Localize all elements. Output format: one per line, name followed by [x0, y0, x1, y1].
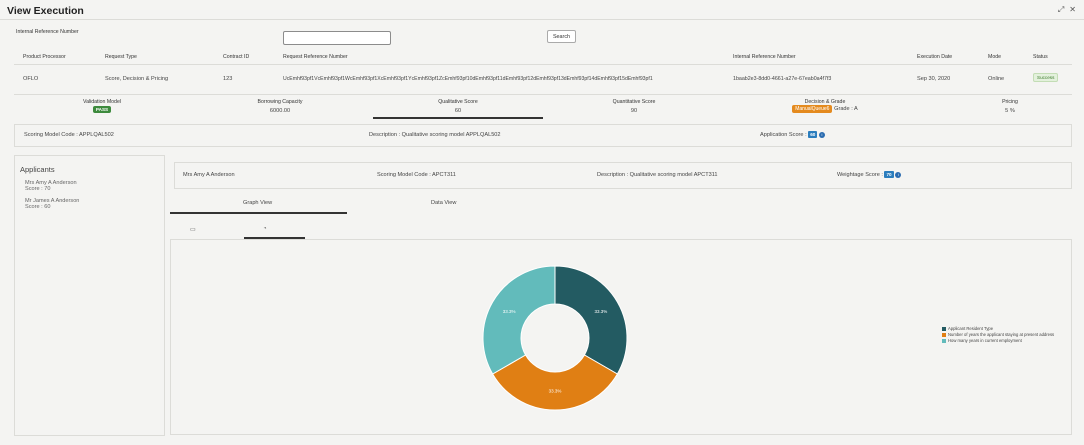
legend-label: How many years in current employment — [948, 338, 1022, 343]
applicant-scoring-model-code: Scoring Model Code : APCT311 — [377, 172, 456, 178]
summary-borrowing-capacity: Borrowing Capacity 6000.00 — [240, 99, 320, 114]
legend-item: Number of years the applicant staying at… — [942, 332, 1054, 337]
applicant-model-description: Description : Qualitative scoring model … — [597, 172, 718, 178]
slice-data-label: 33.3% — [595, 309, 608, 314]
validation-model-label: Validation Model — [83, 99, 121, 105]
legend-swatch — [942, 338, 946, 343]
quantitative-score-label: Quantitative Score — [612, 99, 656, 105]
info-icon[interactable]: i — [895, 171, 902, 178]
graph-view-active-underline — [170, 212, 347, 214]
legend-label: Applicant Resident Type — [948, 326, 994, 331]
donut-chart: 33.3% 33.3% 33.3% — [482, 265, 628, 411]
weightage-score-value: 70 — [884, 171, 894, 178]
cell-product-processor: OFLO — [23, 76, 39, 82]
applicant-score: Score : 70 — [25, 186, 51, 192]
pricing-value: 5 % — [1005, 108, 1015, 114]
cell-status: Success — [1033, 73, 1059, 82]
summary-top-divider — [14, 94, 1072, 95]
weightage-score-label: Weightage Score : — [837, 171, 883, 178]
summary-qualitative-score[interactable]: Qualitative Score 60 — [418, 99, 498, 114]
view-execution-window: View Execution ⤢ ✕ Internal Reference Nu… — [0, 0, 1084, 445]
cell-mode: Online — [988, 76, 1005, 82]
chart-panel: 33.3% 33.3% 33.3% Applicant Resident Type … — [170, 239, 1072, 435]
bar-chart-icon[interactable]: ▭ — [190, 226, 196, 233]
col-header-internal-reference: Internal Reference Number — [733, 54, 796, 60]
summary-quantitative-score[interactable]: Quantitative Score 90 — [594, 99, 674, 114]
col-header-execution-date: Execution Date — [917, 54, 953, 60]
borrowing-capacity-value: 6000.00 — [269, 108, 291, 114]
weightage-score: Weightage Score : 70 i — [837, 171, 902, 178]
chart-legend: Applicant Resident Type Number of years … — [942, 326, 1054, 344]
col-header-mode: Mode — [988, 54, 1001, 60]
internal-ref-label: Internal Reference Number — [16, 29, 79, 35]
validation-pass-badge: PASS — [92, 106, 112, 113]
quantitative-score-value: 90 — [630, 108, 638, 114]
cell-contract-id: 123 — [223, 76, 233, 82]
applicant-detail-name: Mrs Amy A Anderson — [183, 172, 235, 178]
applicant-detail-panel: Mrs Amy A Anderson Scoring Model Code : … — [174, 162, 1072, 189]
pricing-label: Pricing — [1002, 99, 1018, 105]
col-header-request-type: Request Type — [105, 54, 137, 60]
col-header-contract-id: Contract ID — [223, 54, 250, 60]
borrowing-capacity-label: Borrowing Capacity — [257, 99, 303, 105]
applicants-sidebar: Applicants Mrs Amy A Anderson Score : 70… — [14, 155, 165, 436]
list-item[interactable]: Mrs Amy A Anderson Score : 70 — [25, 180, 77, 192]
search-button[interactable]: Search — [547, 30, 576, 43]
expand-icon[interactable]: ⤢ — [1058, 5, 1064, 15]
cell-request-type: Score, Decision & Pricing — [105, 76, 169, 82]
summary-decision-grade: Decision & Grade ManualQueue6 Grade : A — [770, 99, 880, 113]
window-controls: ⤢ ✕ — [1058, 5, 1076, 15]
col-header-product-processor: Product Processor — [23, 54, 66, 60]
summary-pricing: Pricing 5 % — [990, 99, 1030, 114]
col-header-status: Status — [1033, 54, 1048, 60]
grade-value: Grade : A — [834, 106, 858, 112]
qualitative-score-value: 60 — [454, 108, 462, 114]
application-score-value: 60 — [808, 131, 818, 138]
cell-request-reference: UcEmhf93pf1VcEmhf93pf1WcEmhf93pf1XcEmhf9… — [283, 76, 653, 82]
slice-data-label: 33.3% — [503, 309, 516, 314]
model-info-panel: Scoring Model Code : APPLQAL502 Descript… — [14, 124, 1072, 147]
model-description: Description : Qualitative scoring model … — [369, 132, 501, 138]
legend-item: How many years in current employment — [942, 338, 1054, 343]
info-icon[interactable]: i — [818, 131, 825, 138]
list-item[interactable]: Mr James A Anderson Score : 60 — [25, 198, 79, 210]
pie-slice[interactable] — [554, 265, 628, 375]
status-badge: Success — [1033, 73, 1059, 82]
title-divider — [0, 19, 1084, 20]
window-title: View Execution — [7, 5, 84, 17]
application-score: Application Score : 60 i — [760, 131, 825, 138]
close-icon[interactable]: ✕ — [1069, 5, 1076, 15]
application-score-label: Application Score : — [760, 131, 807, 138]
legend-label: Number of years the applicant staying at… — [948, 332, 1055, 337]
applicant-score: Score : 60 — [25, 204, 51, 210]
col-header-request-reference: Request Reference Number — [283, 54, 348, 60]
qualitative-score-active-underline — [373, 117, 543, 119]
cell-execution-date: Sep 30, 2020 — [917, 76, 951, 82]
summary-validation-model: Validation Model PASS — [62, 99, 142, 113]
decision-badge: ManualQueue6 — [792, 105, 833, 113]
legend-item: Applicant Resident Type — [942, 326, 1054, 331]
pie-slice[interactable] — [482, 265, 556, 375]
internal-ref-input[interactable] — [283, 31, 391, 45]
cell-internal-reference: 1baab2e3-8dd0-4661-a27e-67eab0a4f7f3 — [733, 76, 832, 82]
pie-chart-icon[interactable]: ◔ — [263, 226, 267, 232]
tab-data-view[interactable]: Data View — [431, 200, 456, 206]
table-header-divider — [14, 64, 1072, 65]
applicants-heading: Applicants — [20, 165, 55, 174]
slice-data-label: 33.3% — [549, 389, 562, 394]
qualitative-score-label: Qualitative Score — [438, 99, 478, 105]
tab-graph-view[interactable]: Graph View — [243, 200, 272, 206]
legend-swatch — [942, 326, 946, 331]
legend-swatch — [942, 332, 946, 337]
scoring-model-code: Scoring Model Code : APPLQAL502 — [24, 132, 114, 138]
